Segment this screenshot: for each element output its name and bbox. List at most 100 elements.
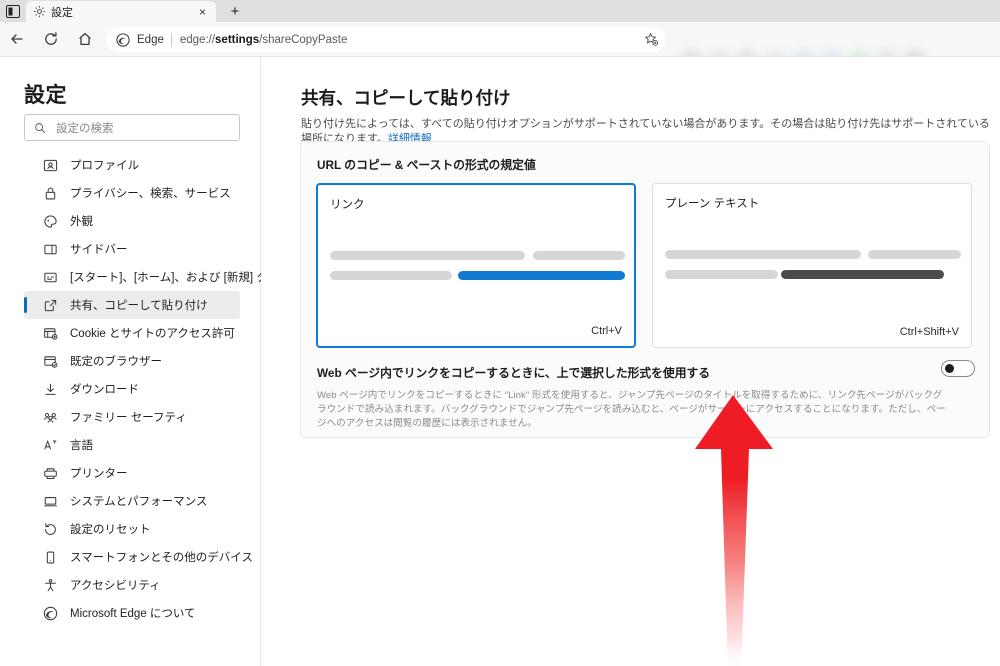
sidebar-item-reset-settings[interactable]: 設定のリセット [24, 515, 240, 543]
toggle-knob [945, 364, 954, 373]
sidebar-item-label: Cookie とサイトのアクセス許可 [70, 328, 235, 340]
search-icon [33, 121, 47, 135]
sidebar-item-label: プロファイル [70, 160, 139, 172]
address-bar[interactable]: Edge edge://settings/shareCopyPaste [106, 27, 666, 52]
sidebar-item-sidebar[interactable]: サイドバー [24, 235, 240, 263]
browser-toolbar: Edge edge://settings/shareCopyPaste [0, 22, 1000, 72]
sidebar-item-label: Microsoft Edge について [70, 608, 196, 620]
placeholder-bar [665, 250, 861, 259]
sidebar-item-appearance[interactable]: 外観 [24, 207, 240, 235]
sidebar-item-label: 言語 [70, 440, 93, 452]
sidebar-item-label: 外観 [70, 216, 93, 228]
cookies-icon [42, 325, 59, 342]
sidebar-item-cookies[interactable]: Cookie とサイトのアクセス許可 [24, 319, 240, 347]
search-placeholder: 設定の検索 [56, 122, 114, 135]
sidebar-item-profile[interactable]: プロファイル [24, 151, 240, 179]
sidebar-item-start-home-new-tabs[interactable]: [スタート]、[ホーム]、および [新規] タブ [24, 263, 279, 291]
family-safety-icon [42, 409, 59, 426]
sidebar-item-label: プライバシー、検索、サービス [70, 188, 231, 200]
share-copy-paste-icon [42, 297, 59, 314]
toggle-description: Web ページ内でリンクをコピーするときに "Link" 形式を使用すると、ジャ… [317, 390, 946, 429]
phone-icon [42, 549, 59, 566]
sidebar-item-label: ダウンロード [70, 384, 139, 396]
profile-icon [42, 157, 59, 174]
toggle-row: Web ページ内でリンクをコピーするときに、上で選択した形式を使用する Web … [317, 360, 975, 431]
search-input[interactable]: 設定の検索 [24, 114, 240, 141]
sidebar-item-label: 設定のリセット [70, 524, 151, 536]
format-tile-plain-text[interactable]: プレーン テキスト Ctrl+Shift+V [652, 183, 972, 348]
sidebar-item-system-performance[interactable]: システムとパフォーマンス [24, 487, 240, 515]
url-suffix: /shareCopyPaste [259, 33, 348, 46]
placeholder-bar [330, 271, 452, 280]
tile-shortcut: Ctrl+Shift+V [899, 326, 959, 338]
omnibox-url[interactable]: edge://settings/shareCopyPaste [180, 34, 640, 46]
home-button[interactable] [68, 22, 102, 56]
accessibility-icon [42, 577, 59, 594]
url-prefix: edge:// [179, 33, 216, 46]
placeholder-bar-accent [458, 271, 625, 280]
settings-card: URL のコピー & ペーストの形式の規定値 リンク Ctrl+V プレーン テ… [300, 141, 990, 438]
placeholder-bar [665, 270, 778, 279]
format-tile-link[interactable]: リンク Ctrl+V [316, 183, 636, 348]
sidebar-item-about-edge[interactable]: Microsoft Edge について [24, 599, 240, 627]
new-tab-button[interactable]: + [222, 2, 248, 21]
omnibox-site-label: Edge [137, 33, 164, 46]
toggle-title: Web ページ内でリンクをコピーするときに、上で選択した形式を使用する [317, 366, 711, 380]
start-home-tab-icon [42, 269, 59, 286]
refresh-button[interactable] [34, 22, 68, 56]
sidebar-item-downloads[interactable]: ダウンロード [24, 375, 240, 403]
placeholder-bar-accent [781, 270, 944, 279]
back-button[interactable] [0, 22, 34, 56]
sidebar-nav: プロファイル プライバシー、検索、サービス 外観 サイドバー [スタート]、[ホ… [24, 151, 279, 627]
card-title: URL のコピー & ペーストの形式の規定値 [317, 158, 536, 172]
sidebar-item-label: 既定のブラウザー [70, 356, 162, 368]
lock-icon [42, 185, 59, 202]
sidebar-item-label: サイドバー [70, 244, 128, 256]
tile-label: リンク [330, 199, 365, 211]
appearance-icon [42, 213, 59, 230]
sidebar-icon [42, 241, 59, 258]
sidebar-item-label: スマートフォンとその他のデバイス [70, 552, 253, 564]
browser-window: 設定 × + Edge edge://settings/shareCopyPas… [0, 0, 1000, 666]
sidebar-item-default-browser[interactable]: 既定のブラウザー [24, 347, 240, 375]
use-selected-format-toggle[interactable] [941, 360, 975, 377]
browser-tab[interactable]: 設定 × [26, 1, 216, 22]
close-icon[interactable]: × [195, 4, 210, 19]
sidebar-item-label: 共有、コピーして貼り付け [70, 300, 208, 312]
tile-label: プレーン テキスト [665, 198, 760, 210]
settings-sidebar: 設定 設定の検索 プロファイル プライバシー、検索、サービス 外観 サイドバー … [0, 57, 279, 666]
tab-strip: 設定 × + [0, 0, 1000, 22]
sidebar-item-label: ファミリー セーフティ [70, 412, 187, 424]
tile-shortcut: Ctrl+V [591, 325, 622, 337]
tab-title: 設定 [51, 6, 73, 19]
settings-main: 共有、コピーして貼り付け 貼り付け先によっては、すべての貼り付けオプションがサポ… [261, 57, 1000, 666]
sidebar-item-label: アクセシビリティ [70, 580, 161, 592]
sidebar-item-printers[interactable]: プリンター [24, 459, 240, 487]
page-title: 設定 [24, 84, 67, 107]
system-performance-icon [42, 493, 59, 510]
printer-icon [42, 465, 59, 482]
sidebar-item-phone-other-devices[interactable]: スマートフォンとその他のデバイス [24, 543, 253, 571]
tab-actions-button[interactable] [4, 3, 22, 19]
section-heading: 共有、コピーして貼り付け [301, 88, 511, 108]
placeholder-bar [868, 250, 961, 259]
sidebar-item-languages[interactable]: 言語 [24, 431, 240, 459]
url-bold: settings [215, 33, 260, 46]
sidebar-item-privacy[interactable]: プライバシー、検索、サービス [24, 179, 240, 207]
language-icon [42, 437, 59, 454]
default-browser-icon [42, 353, 59, 370]
sidebar-item-family-safety[interactable]: ファミリー セーフティ [24, 403, 240, 431]
sidebar-item-share-copy-paste[interactable]: 共有、コピーして貼り付け [24, 291, 240, 319]
gear-icon [32, 5, 46, 19]
omnibox-divider [170, 32, 172, 47]
edge-icon [116, 32, 131, 47]
edge-icon [42, 605, 59, 622]
sidebar-item-accessibility[interactable]: アクセシビリティ [24, 571, 240, 599]
placeholder-bar [330, 251, 525, 260]
settings-page: 設定 設定の検索 プロファイル プライバシー、検索、サービス 外観 サイドバー … [0, 57, 1000, 666]
star-add-icon[interactable] [640, 29, 662, 51]
sidebar-item-label: [スタート]、[ホーム]、および [新規] タブ [70, 272, 280, 284]
reset-icon [42, 521, 59, 538]
sidebar-item-label: システムとパフォーマンス [70, 496, 208, 508]
placeholder-bar [533, 251, 625, 260]
